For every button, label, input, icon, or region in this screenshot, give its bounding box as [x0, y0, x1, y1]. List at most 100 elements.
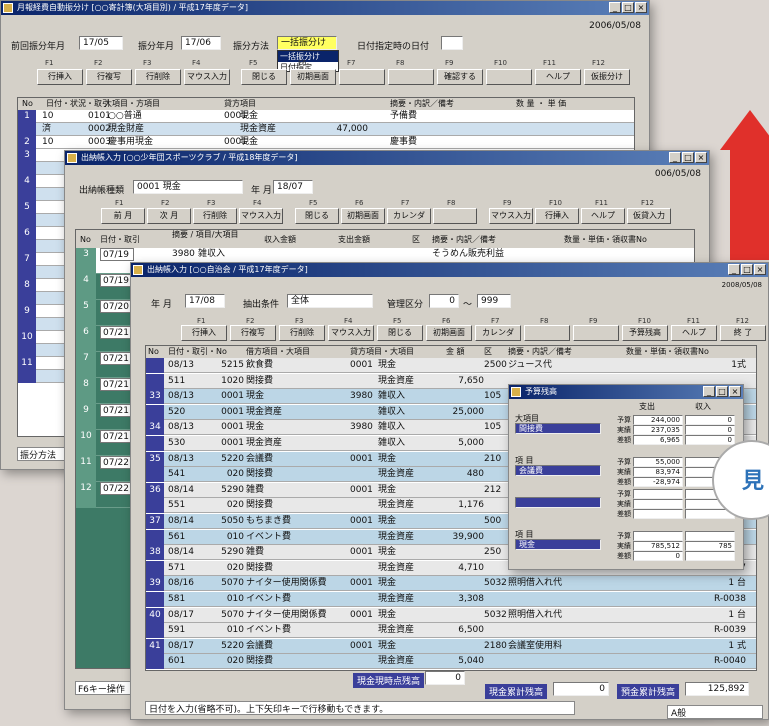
ym-field[interactable]: 17/08 — [185, 294, 225, 308]
col-header: 摘要・内訳／備考 — [390, 99, 454, 108]
cell-c2 — [350, 654, 378, 669]
minimize-button[interactable]: _ — [703, 386, 715, 397]
minimize-button[interactable]: _ — [728, 264, 740, 275]
cell-date[interactable]: 07/21 — [100, 326, 134, 339]
cell-date: 571 — [168, 562, 186, 573]
fkey-button-11[interactable]: ヘルプ — [581, 208, 625, 224]
method-option[interactable]: 一括振分け — [278, 51, 338, 62]
alloc-month-field[interactable]: 17/06 — [181, 36, 221, 50]
fkey-button-10[interactable] — [486, 69, 532, 85]
fkey-button-12[interactable]: 仮振分け — [584, 69, 630, 85]
fkey-button-9[interactable]: マウス入力 — [489, 208, 533, 224]
cell-qty: R-0038 — [713, 594, 746, 604]
fkey-button-12[interactable]: 終 了 — [720, 325, 766, 341]
cell-t1: イベント費 — [246, 594, 292, 604]
section-value: 間接費 — [515, 423, 601, 434]
col-header: 摘要・内訳／備考 — [508, 347, 572, 356]
fkey-button-1[interactable]: 前 月 — [101, 208, 145, 224]
fkey-button-4[interactable]: マウス入力 — [328, 325, 374, 341]
fkey-label: F10 — [638, 317, 651, 325]
table-row[interactable]: 済 0002 現金財産 現金資産 47,000 — [18, 123, 634, 136]
cell-c2: 0001 — [350, 516, 373, 526]
fkey-button-7[interactable] — [339, 69, 385, 85]
table-row[interactable]: 08/13 5215 飲食費 0001 現金 2500 ジュース代 1式 — [146, 358, 756, 373]
table-row[interactable]: 581 010 イベント費 現金資産 3,308 R-0038 — [146, 592, 756, 607]
fkey-button-5[interactable]: 閉じる — [241, 69, 287, 85]
cell-no: 1 — [18, 110, 36, 123]
col-header: No — [148, 347, 159, 356]
table-row[interactable]: 41 08/17 5220 会議費 0001 現金 2180 会議室使用料 1 式 — [146, 638, 756, 654]
table-row[interactable]: 40 08/17 5070 ナイター使用関係費 0001 現金 5032 照明借入れ代 1 台 — [146, 607, 756, 623]
ime-taskbar[interactable]: A般 — [667, 705, 763, 719]
minimize-button[interactable]: _ — [669, 152, 681, 163]
fkey-button-6[interactable]: 初期画面 — [426, 325, 472, 341]
cell-c1: 020 — [226, 656, 244, 667]
date-spec-field[interactable] — [441, 36, 463, 50]
fkey-button-4[interactable]: マウス入力 — [239, 208, 283, 224]
fkey-button-5[interactable]: 閉じる — [295, 208, 339, 224]
fkey-button-3[interactable]: 行削除 — [193, 208, 237, 224]
cell-amt: 1,176 — [458, 500, 484, 511]
close-button[interactable]: × — [754, 264, 766, 275]
fkey-button-7[interactable]: カレンダ — [387, 208, 431, 224]
fkey-button-8[interactable] — [524, 325, 570, 341]
book-type-select[interactable]: 0001 現金 — [133, 180, 243, 194]
cell-k: 2500 — [484, 360, 507, 370]
table-row[interactable]: 39 08/16 5070 ナイター使用関係費 0001 現金 5032 照明借入れ代 1 台 — [146, 576, 756, 592]
fkey-button-3[interactable]: 行削除 — [279, 325, 325, 341]
cell-date[interactable]: 07/21 — [100, 404, 134, 417]
ym-field[interactable]: 18/07 — [273, 180, 313, 194]
fkey-button-8[interactable] — [388, 69, 434, 85]
table-row[interactable]: 591 010 イベント費 現金資産 6,500 R-0039 — [146, 623, 756, 639]
cell-date[interactable]: 07/21 — [100, 352, 134, 365]
kubun-from-field[interactable]: 0 — [429, 294, 459, 308]
fkey-button-9[interactable]: 確認する — [437, 69, 483, 85]
fkey-button-11[interactable]: ヘルプ — [535, 69, 581, 85]
cell-date[interactable]: 07/21 — [100, 430, 134, 443]
fkey-button-3[interactable]: 行削除 — [135, 69, 181, 85]
fkey-button-7[interactable]: カレンダ — [475, 325, 521, 341]
fkey-button-2[interactable]: 行複写 — [86, 69, 132, 85]
table-row[interactable]: 2 10 0003 慶事用現金 0001 現金 慶事費 — [18, 136, 634, 149]
fkey-button-11[interactable]: ヘルプ — [671, 325, 717, 341]
cell-no: 39 — [146, 576, 164, 592]
fkey-button-5[interactable]: 閉じる — [377, 325, 423, 341]
method-select[interactable]: 一括振分け — [277, 36, 337, 50]
maximize-button[interactable]: □ — [622, 2, 634, 13]
kubun-to-field[interactable]: 999 — [477, 294, 511, 308]
close-button[interactable]: × — [635, 2, 647, 13]
close-button[interactable]: × — [729, 386, 741, 397]
last-month-field[interactable]: 17/05 — [79, 36, 123, 50]
cell-date[interactable]: 07/19 — [100, 274, 134, 287]
fkey-button-2[interactable]: 次 月 — [147, 208, 191, 224]
maximize-button[interactable]: □ — [682, 152, 694, 163]
cell-memo: ジュース代 — [508, 360, 552, 370]
grid-header: No 日付・状況・取引 大項目・方項目 貸方項目 摘要・内訳／備考 数 量 ・ … — [18, 98, 634, 110]
cell-date[interactable]: 07/19 — [100, 248, 134, 261]
table-row[interactable]: 1 10 0101 ○○普通 0001 現金 予備費 — [18, 110, 634, 123]
close-button[interactable]: × — [695, 152, 707, 163]
fkey-button-10[interactable]: 行挿入 — [535, 208, 579, 224]
cell-date: 08/13 — [168, 453, 194, 464]
cell-date[interactable]: 07/22 — [100, 482, 134, 495]
table-row[interactable]: 601 020 関接費 現金資産 5,040 R-0040 — [146, 654, 756, 670]
fkey-button-6[interactable]: 初期画面 — [341, 208, 385, 224]
fkey-button-12[interactable]: 仮貸入力 — [627, 208, 671, 224]
fkey-button-6[interactable]: 初期画面 — [290, 69, 336, 85]
filter-select[interactable]: 全体 — [287, 294, 373, 308]
cell-c1: 0001 — [221, 391, 244, 402]
cell-date[interactable]: 07/21 — [100, 378, 134, 391]
fkey-button-10[interactable]: 予算残高 — [622, 325, 668, 341]
cell-date[interactable]: 07/20 — [100, 300, 134, 313]
fkey-button-4[interactable]: マウス入力 — [184, 69, 230, 85]
fkey-button-2[interactable]: 行複写 — [230, 325, 276, 341]
maximize-button[interactable]: □ — [741, 264, 753, 275]
fkey-button-9[interactable] — [573, 325, 619, 341]
fkey-button-1[interactable]: 行挿入 — [37, 69, 83, 85]
maximize-button[interactable]: □ — [716, 386, 728, 397]
expense-value: 785,512 — [633, 541, 683, 551]
cell-date[interactable]: 07/22 — [100, 456, 134, 469]
minimize-button[interactable]: _ — [609, 2, 621, 13]
fkey-button-8[interactable] — [433, 208, 477, 224]
fkey-button-1[interactable]: 行挿入 — [181, 325, 227, 341]
